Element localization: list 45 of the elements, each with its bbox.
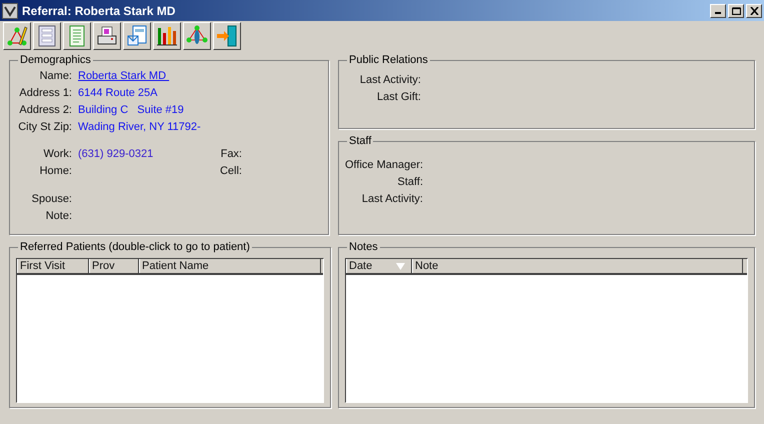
list-form-icon[interactable] <box>33 22 61 50</box>
field-label: Fax: <box>220 147 242 161</box>
column-header[interactable]: Prov <box>89 259 139 273</box>
window-title: Referral: Roberta Stark MD <box>22 2 176 20</box>
column-header[interactable]: Date <box>346 259 412 273</box>
group-title: Public Relations <box>348 54 429 67</box>
field-value: Building C Suite #19 <box>78 103 184 117</box>
field-label: Cell: <box>218 164 242 178</box>
minimize-button[interactable] <box>710 4 726 18</box>
name-link[interactable]: Roberta Stark MD <box>78 69 170 83</box>
column-header[interactable]: Note <box>412 259 743 273</box>
minimize-icon <box>715 12 721 14</box>
group-title: Notes <box>348 241 379 254</box>
network-icon[interactable] <box>183 22 211 50</box>
field-label: Spouse: <box>30 192 72 206</box>
field-label: Note: <box>44 209 72 223</box>
printer-icon[interactable] <box>93 22 121 50</box>
field-value: 6144 Route 25A <box>78 86 158 100</box>
group-title: Staff <box>348 135 372 148</box>
field-label: Name: <box>38 69 72 83</box>
field-label: Home: <box>38 164 72 178</box>
envelope-form-icon[interactable] <box>123 22 151 50</box>
close-button[interactable] <box>746 4 762 18</box>
field-label: Staff: <box>396 175 423 189</box>
maximize-button[interactable] <box>728 4 744 18</box>
field-label: Address 1: <box>18 86 72 100</box>
group-title: Demographics <box>19 54 92 67</box>
field-label: Address 2: <box>18 103 72 117</box>
exit-door-icon[interactable] <box>213 22 241 50</box>
field-label: City St Zip: <box>17 120 72 134</box>
field-label: Last Activity: <box>360 192 423 206</box>
field-label: Work: <box>42 147 72 161</box>
field-label: Last Activity: <box>358 73 421 87</box>
field-label: Last Gift: <box>376 90 421 104</box>
document-icon[interactable] <box>63 22 91 50</box>
group-title: Referred Patients (double-click to go to patient) <box>19 241 251 254</box>
field-label: Office Manager: <box>345 158 423 172</box>
column-header[interactable]: Patient Name <box>139 259 321 273</box>
maximize-icon <box>732 6 740 14</box>
field-value: Wading River, NY 11792- <box>78 120 201 134</box>
field-value: (631) 929-0321 <box>78 147 154 161</box>
close-icon <box>750 6 758 14</box>
bar-chart-icon[interactable] <box>153 22 181 50</box>
column-header[interactable]: First Visit <box>17 259 89 273</box>
app-icon <box>2 2 18 18</box>
